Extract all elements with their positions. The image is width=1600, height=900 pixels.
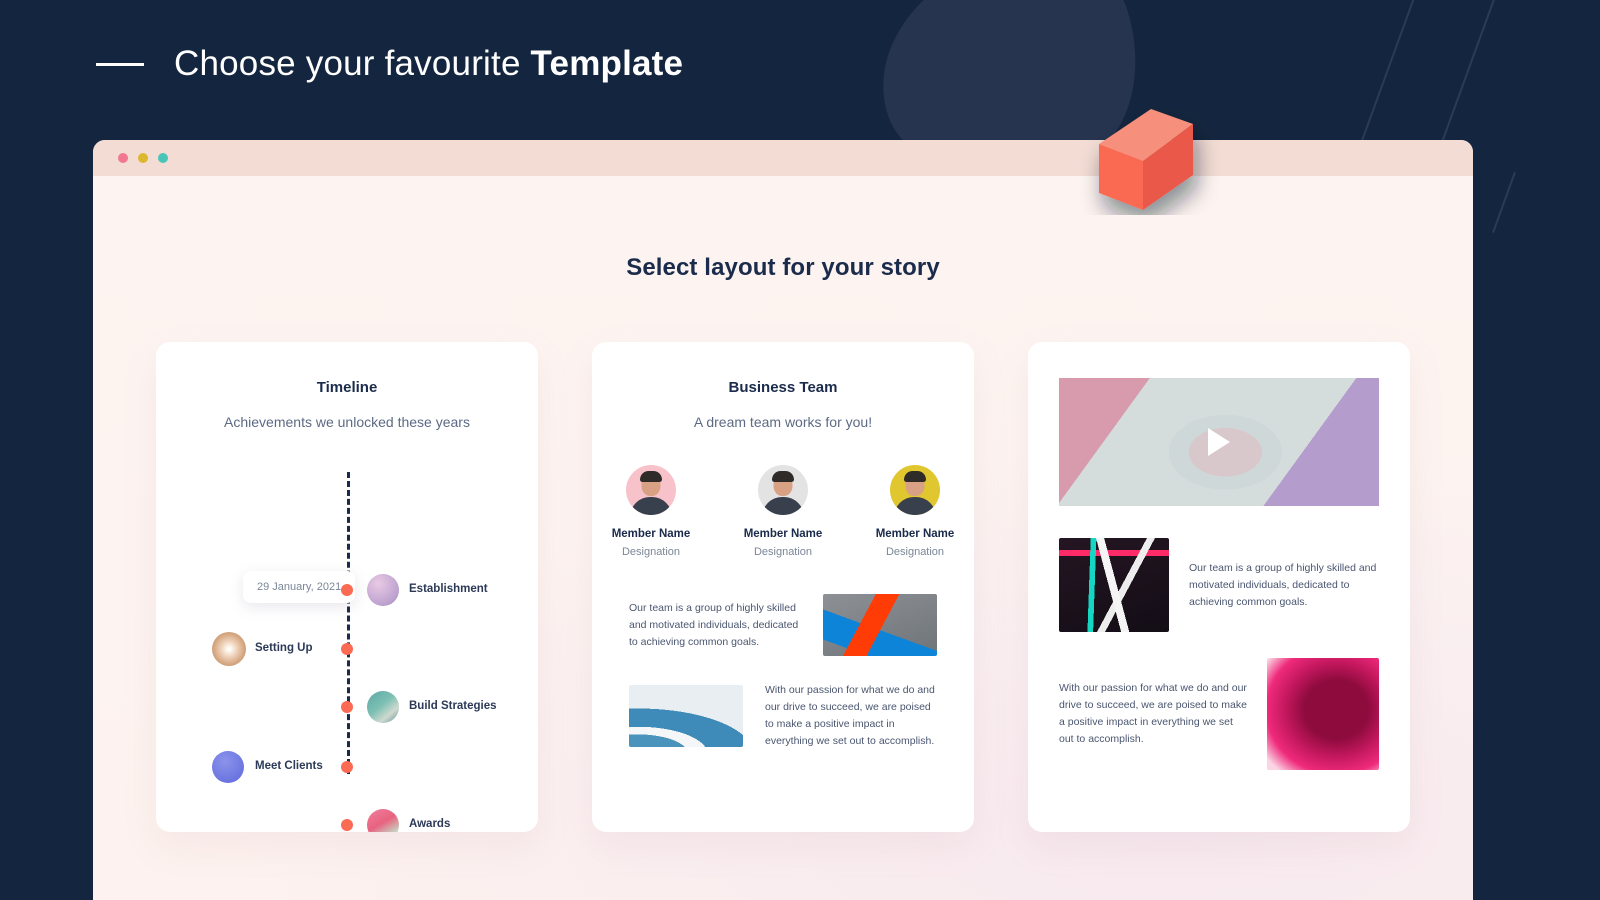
diagonal-streak-3 <box>1492 172 1516 233</box>
page-title-light: Choose your favourite <box>174 44 531 83</box>
avatar <box>890 465 940 515</box>
timeline-node-4 <box>341 761 353 773</box>
avatar <box>758 465 808 515</box>
page-headline: Choose your favourite Template <box>96 44 683 84</box>
member-name: Member Name <box>611 528 691 540</box>
member-name: Member Name <box>875 528 955 540</box>
page-title: Choose your favourite Template <box>174 44 683 84</box>
avatar <box>626 465 676 515</box>
play-icon[interactable] <box>1208 428 1230 456</box>
timeline-card-subtitle: Achievements we unlocked these years <box>224 414 470 430</box>
section-title: Select layout for your story <box>626 254 940 281</box>
minimize-dot[interactable] <box>138 153 148 163</box>
member-designation: Designation <box>621 546 681 558</box>
timeline-date-chip: 29 January, 2021 <box>243 571 356 603</box>
team-member-list: Member Name Designation Member Name Desi… <box>592 465 974 558</box>
avatar-hair <box>640 471 662 482</box>
timeline-node-1 <box>341 584 353 596</box>
team-member: Member Name Designation <box>609 465 693 558</box>
team-card-subtitle: A dream team works for you! <box>693 414 873 430</box>
timeline-avatar-3 <box>367 691 399 723</box>
page-title-bold: Template <box>530 44 684 83</box>
team-member: Member Name Designation <box>873 465 957 558</box>
browser-viewport: Select layout for your story Timeline Ac… <box>93 176 1473 900</box>
team-text-row-2: With our passion for what we do and our … <box>592 682 974 750</box>
timeline-node-2 <box>341 643 353 655</box>
thumbnail-abstract-wave <box>629 685 743 747</box>
media-text-row-1: Our team is a group of highly skilled an… <box>1028 538 1410 632</box>
template-card-timeline[interactable]: Timeline Achievements we unlocked these … <box>156 342 538 832</box>
browser-titlebar <box>93 140 1473 176</box>
thumbnail-neon <box>1059 538 1169 632</box>
member-name: Member Name <box>743 528 823 540</box>
timeline-card-title: Timeline <box>316 379 378 396</box>
diagonal-streak-2 <box>1437 0 1502 152</box>
maximize-dot[interactable] <box>158 153 168 163</box>
timeline-avatar-1 <box>367 574 399 606</box>
timeline-node-3 <box>341 701 353 713</box>
timeline-avatar-2 <box>212 632 246 666</box>
team-member: Member Name Designation <box>741 465 825 558</box>
video-thumbnail[interactable] <box>1059 378 1379 506</box>
timeline-track: 29 January, 2021 Establishment Setting U… <box>156 464 538 832</box>
timeline-avatar-5 <box>367 809 399 832</box>
timeline-avatar-4 <box>212 751 244 783</box>
media-blurb-2: With our passion for what we do and our … <box>1059 682 1247 745</box>
media-blurb-1: Our team is a group of highly skilled an… <box>1189 561 1377 608</box>
timeline-label-5: Awards <box>409 818 451 830</box>
timeline-label-2: Setting Up <box>255 642 313 654</box>
timeline-label-1: Establishment <box>409 583 488 595</box>
timeline-dashed-line <box>347 472 350 774</box>
member-designation: Designation <box>885 546 945 558</box>
avatar-body <box>894 497 936 515</box>
avatar-hair <box>772 471 794 482</box>
close-dot[interactable] <box>118 153 128 163</box>
avatar-hair <box>904 471 926 482</box>
team-text-row-1: Our team is a group of highly skilled an… <box>592 594 974 656</box>
team-blurb-1: Our team is a group of highly skilled an… <box>629 601 799 648</box>
thumbnail-abstract-orange <box>823 594 937 656</box>
browser-window: Select layout for your story Timeline Ac… <box>93 140 1473 900</box>
headline-rule <box>96 62 144 66</box>
thumbnail-magenta <box>1267 658 1379 770</box>
avatar-body <box>630 497 672 515</box>
template-card-team[interactable]: Business Team A dream team works for you… <box>592 342 974 832</box>
team-card-title: Business Team <box>728 379 838 396</box>
media-text-row-2: With our passion for what we do and our … <box>1028 658 1410 770</box>
team-blurb-2: With our passion for what we do and our … <box>765 684 935 747</box>
member-designation: Designation <box>753 546 813 558</box>
template-card-list: Timeline Achievements we unlocked these … <box>93 342 1473 832</box>
avatar-body <box>762 497 804 515</box>
template-card-media[interactable]: Our team is a group of highly skilled an… <box>1028 342 1410 832</box>
timeline-label-4: Meet Clients <box>255 760 323 772</box>
timeline-node-5 <box>341 819 353 831</box>
timeline-label-3: Build Strategies <box>409 700 497 712</box>
cube-decoration <box>1099 109 1193 210</box>
